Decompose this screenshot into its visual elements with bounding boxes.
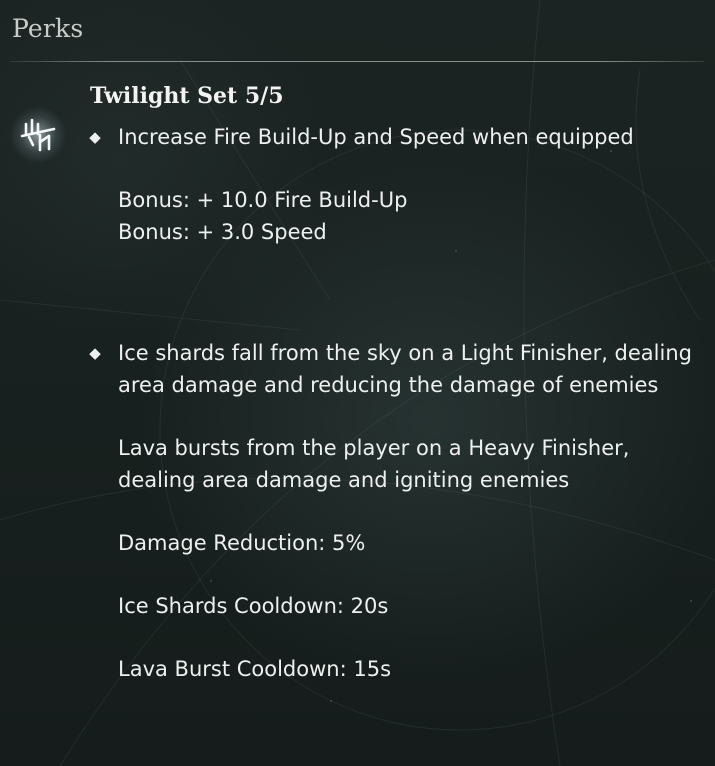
header-divider — [10, 61, 704, 62]
perk-2-bullet-icon: ◆ — [89, 344, 101, 362]
perk-1-bullet-icon: ◆ — [89, 128, 101, 146]
perk-2-paragraph: Lava Burst Cooldown: 15s — [118, 657, 392, 681]
set-sigil-icon — [10, 107, 66, 163]
perk-2-paragraph: Ice shards fall from the sky on a Light … — [118, 341, 692, 397]
panel-header: Perks — [12, 14, 84, 43]
perk-2-paragraph: Damage Reduction: 5% — [118, 531, 366, 555]
perk-2-description: Ice shards fall from the sky on a Light … — [118, 337, 703, 685]
perk-1-paragraph: Bonus: + 10.0 Fire Build-Up Bonus: + 3.0… — [118, 188, 408, 244]
perk-1-paragraph: Increase Fire Build-Up and Speed when eq… — [118, 125, 634, 149]
perk-2-paragraph: Ice Shards Cooldown: 20s — [118, 594, 389, 618]
perk-2-paragraph: Lava bursts from the player on a Heavy F… — [118, 436, 630, 492]
set-title: Twilight Set 5/5 — [90, 83, 284, 109]
perk-1-description: Increase Fire Build-Up and Speed when eq… — [118, 121, 703, 248]
